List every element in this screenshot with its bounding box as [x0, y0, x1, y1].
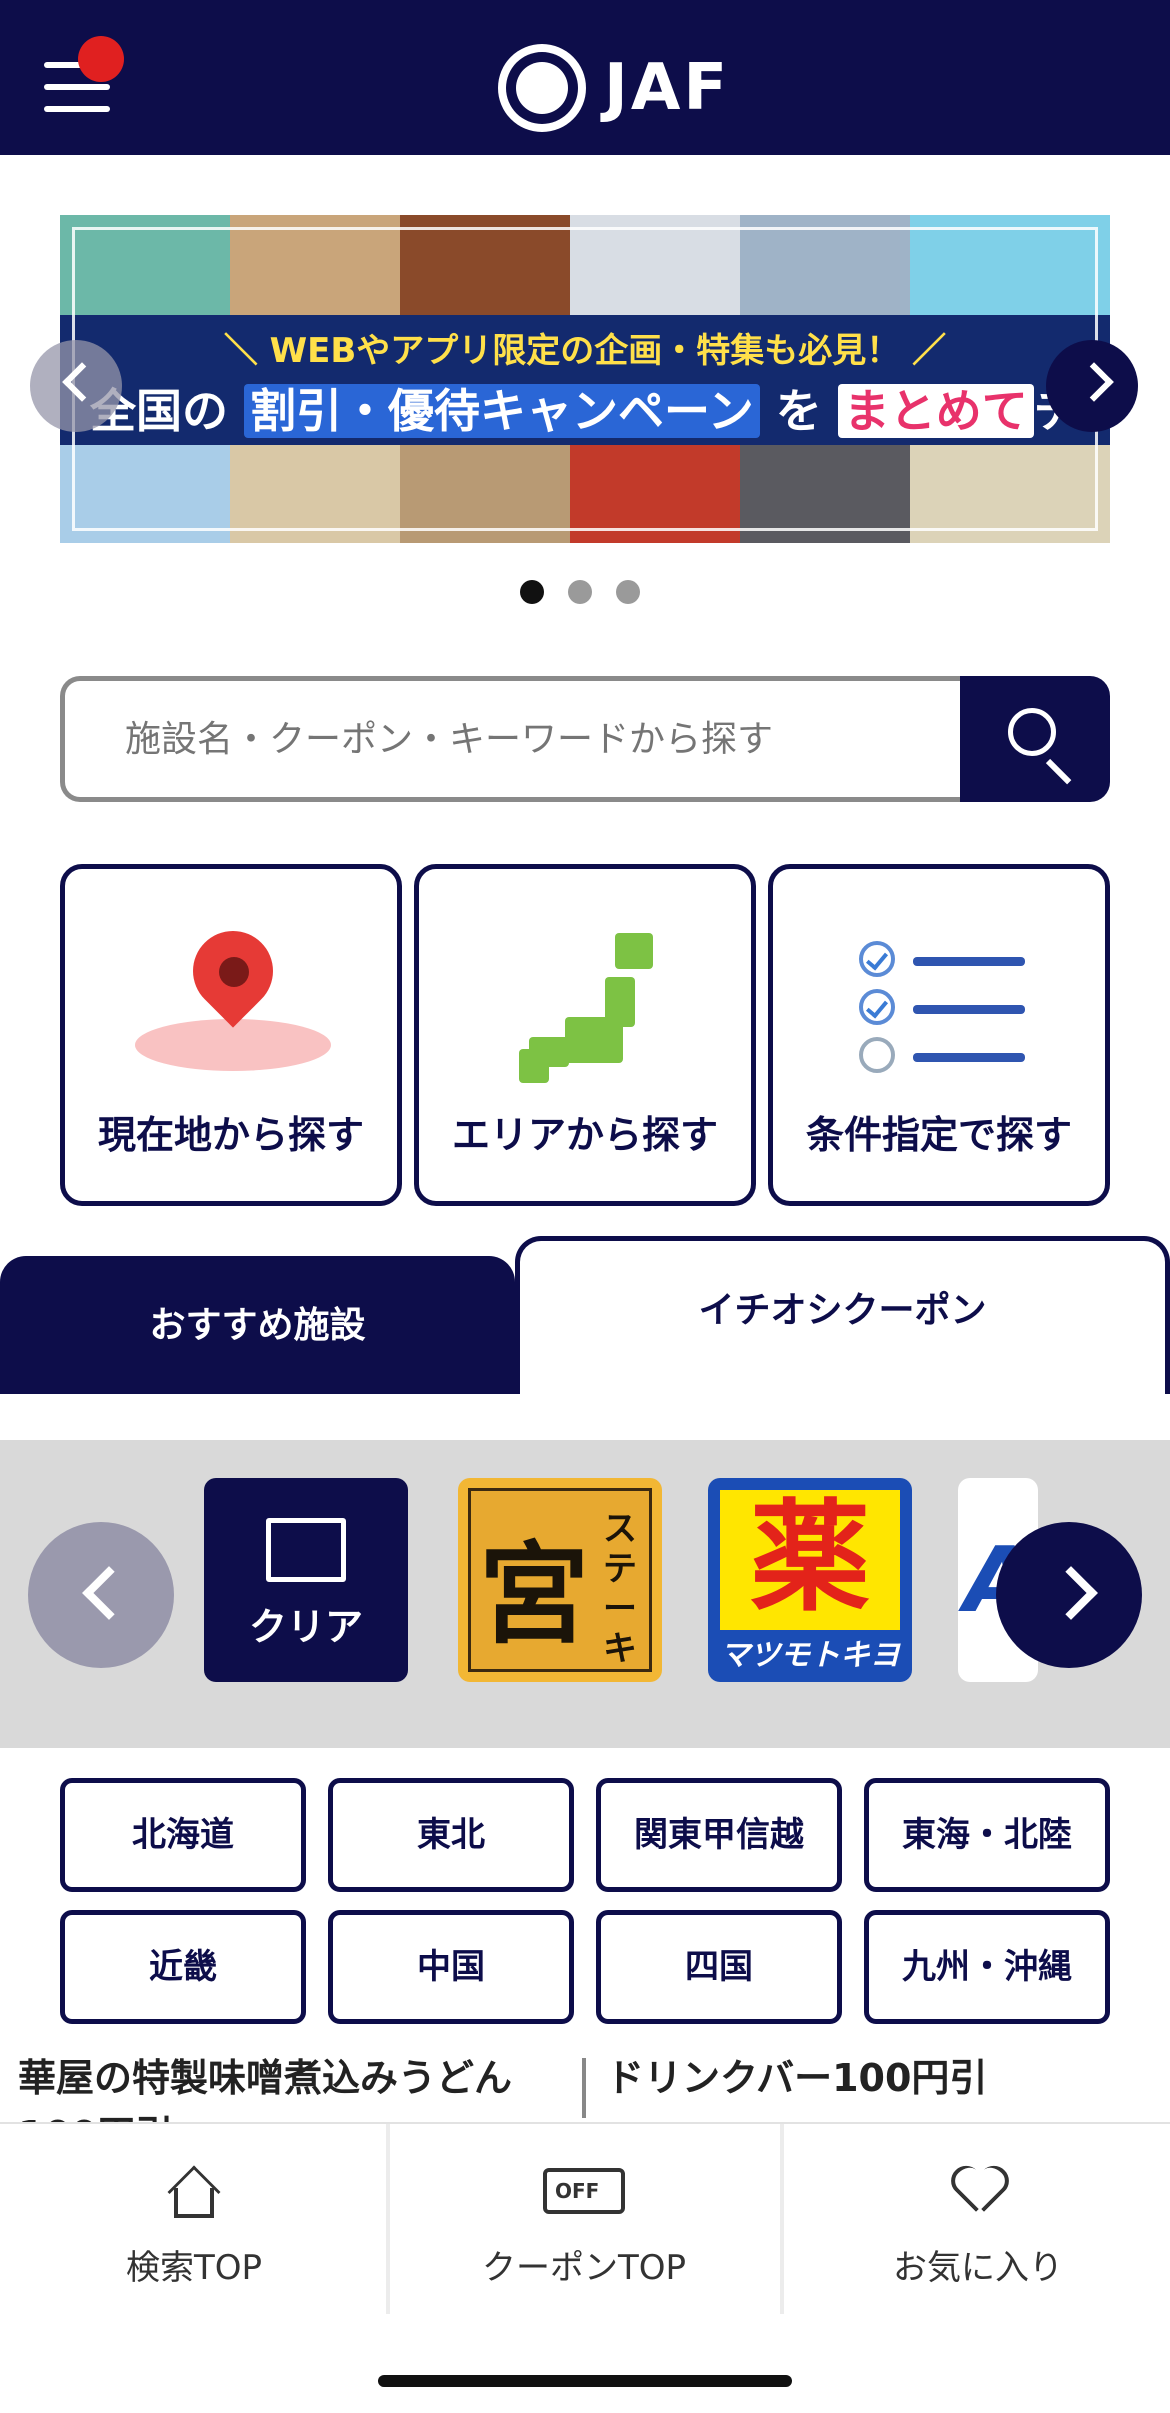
coupon-title[interactable]: 華屋の特製味噌煮込みうどん	[18, 2054, 512, 2102]
brand-steak-miya[interactable]: 宮 ステーキ	[458, 1478, 662, 1682]
notification-badge	[78, 36, 124, 82]
matsukiyo-logo: 薬	[750, 1489, 870, 1628]
region-kinki[interactable]: 近畿	[60, 1910, 306, 2024]
banner-pagination	[520, 580, 640, 604]
card-label: 現在地から探す	[97, 1113, 364, 1157]
region-chugoku[interactable]: 中国	[328, 1910, 574, 2024]
home-indicator	[378, 2375, 792, 2387]
brand-prev-button[interactable]	[28, 1522, 174, 1668]
search-input[interactable]	[60, 676, 960, 802]
nav-coupon-top[interactable]: OFF クーポンTOP	[390, 2124, 778, 2314]
region-tohoku[interactable]: 東北	[328, 1778, 574, 1892]
pagination-dot[interactable]	[568, 580, 592, 604]
card-label: 条件指定で探す	[805, 1113, 1072, 1157]
search-bar	[60, 676, 1110, 802]
nav-search-top[interactable]: 検索TOP	[0, 2124, 388, 2314]
banner-main-copy: 全国の 割引・優待キャンペーン を まとめてチェック	[90, 375, 1110, 441]
search-icon	[1008, 708, 1056, 756]
pagination-dot-active[interactable]	[520, 580, 544, 604]
region-hokkaido[interactable]: 北海道	[60, 1778, 306, 1892]
chevron-right-icon	[1044, 1566, 1098, 1620]
coupon-off-icon: OFF	[543, 2168, 625, 2214]
search-button[interactable]	[960, 676, 1110, 802]
heart-icon	[954, 2168, 1002, 2212]
banner-headline: ＼ WEBやアプリ限定の企画・特集も必見！ ／	[223, 331, 947, 371]
home-icon	[166, 2165, 222, 2219]
jaf-seal-icon	[498, 44, 586, 132]
banner-next-button[interactable]	[1046, 340, 1138, 432]
coupon-list: 華屋の特製味噌煮込みうどん 100円引 ドリンクバー100円引	[0, 2052, 1170, 2122]
chevron-right-icon	[1074, 362, 1114, 402]
campaign-banner[interactable]: ＼ WEBやアプリ限定の企画・特集も必見！ ／ 全国の 割引・優待キャンペーン …	[60, 215, 1110, 543]
region-tokai-hokuriku[interactable]: 東海・北陸	[864, 1778, 1110, 1892]
brand-matsumoto-kiyoshi[interactable]: 薬 マツモトキヨシ	[708, 1478, 912, 1682]
nav-favorites[interactable]: お気に入り	[784, 2124, 1170, 2314]
brand-clear-button[interactable]: クリア	[204, 1478, 408, 1682]
find-by-area-button[interactable]: エリアから探す	[414, 864, 756, 1206]
coupon-discount: 100円引	[18, 2104, 173, 2122]
region-shikoku[interactable]: 四国	[596, 1910, 842, 2024]
chevron-left-icon	[82, 1566, 136, 1620]
region-kanto[interactable]: 関東甲信越	[596, 1778, 842, 1892]
tab-recommended-facilities[interactable]: おすすめ施設	[0, 1256, 515, 1394]
pagination-dot[interactable]	[616, 580, 640, 604]
jaf-logo[interactable]: JAF	[498, 44, 730, 132]
app-header: JAF	[0, 0, 1170, 155]
find-by-conditions-button[interactable]: 条件指定で探す	[768, 864, 1110, 1206]
find-by-location-button[interactable]: 現在地から探す	[60, 864, 402, 1206]
building-icon	[266, 1518, 346, 1582]
card-label: エリアから探す	[451, 1113, 718, 1157]
coupon-title[interactable]: ドリンクバー100円引	[606, 2054, 987, 2102]
region-kyushu-okinawa[interactable]: 九州・沖縄	[864, 1910, 1110, 2024]
logo-text: JAF	[604, 51, 731, 125]
bottom-navigation: 検索TOP OFF クーポンTOP お気に入り	[0, 2122, 1170, 2314]
brand-next-button[interactable]	[996, 1522, 1142, 1668]
chevron-left-icon	[62, 362, 102, 402]
tab-featured-coupons[interactable]: イチオシクーポン	[515, 1236, 1170, 1394]
brand-carousel: クリア 宮 ステーキ 薬 マツモトキヨシ A	[0, 1440, 1170, 1748]
banner-prev-button[interactable]	[30, 340, 122, 432]
steak-miya-logo: 宮	[479, 1530, 589, 1659]
